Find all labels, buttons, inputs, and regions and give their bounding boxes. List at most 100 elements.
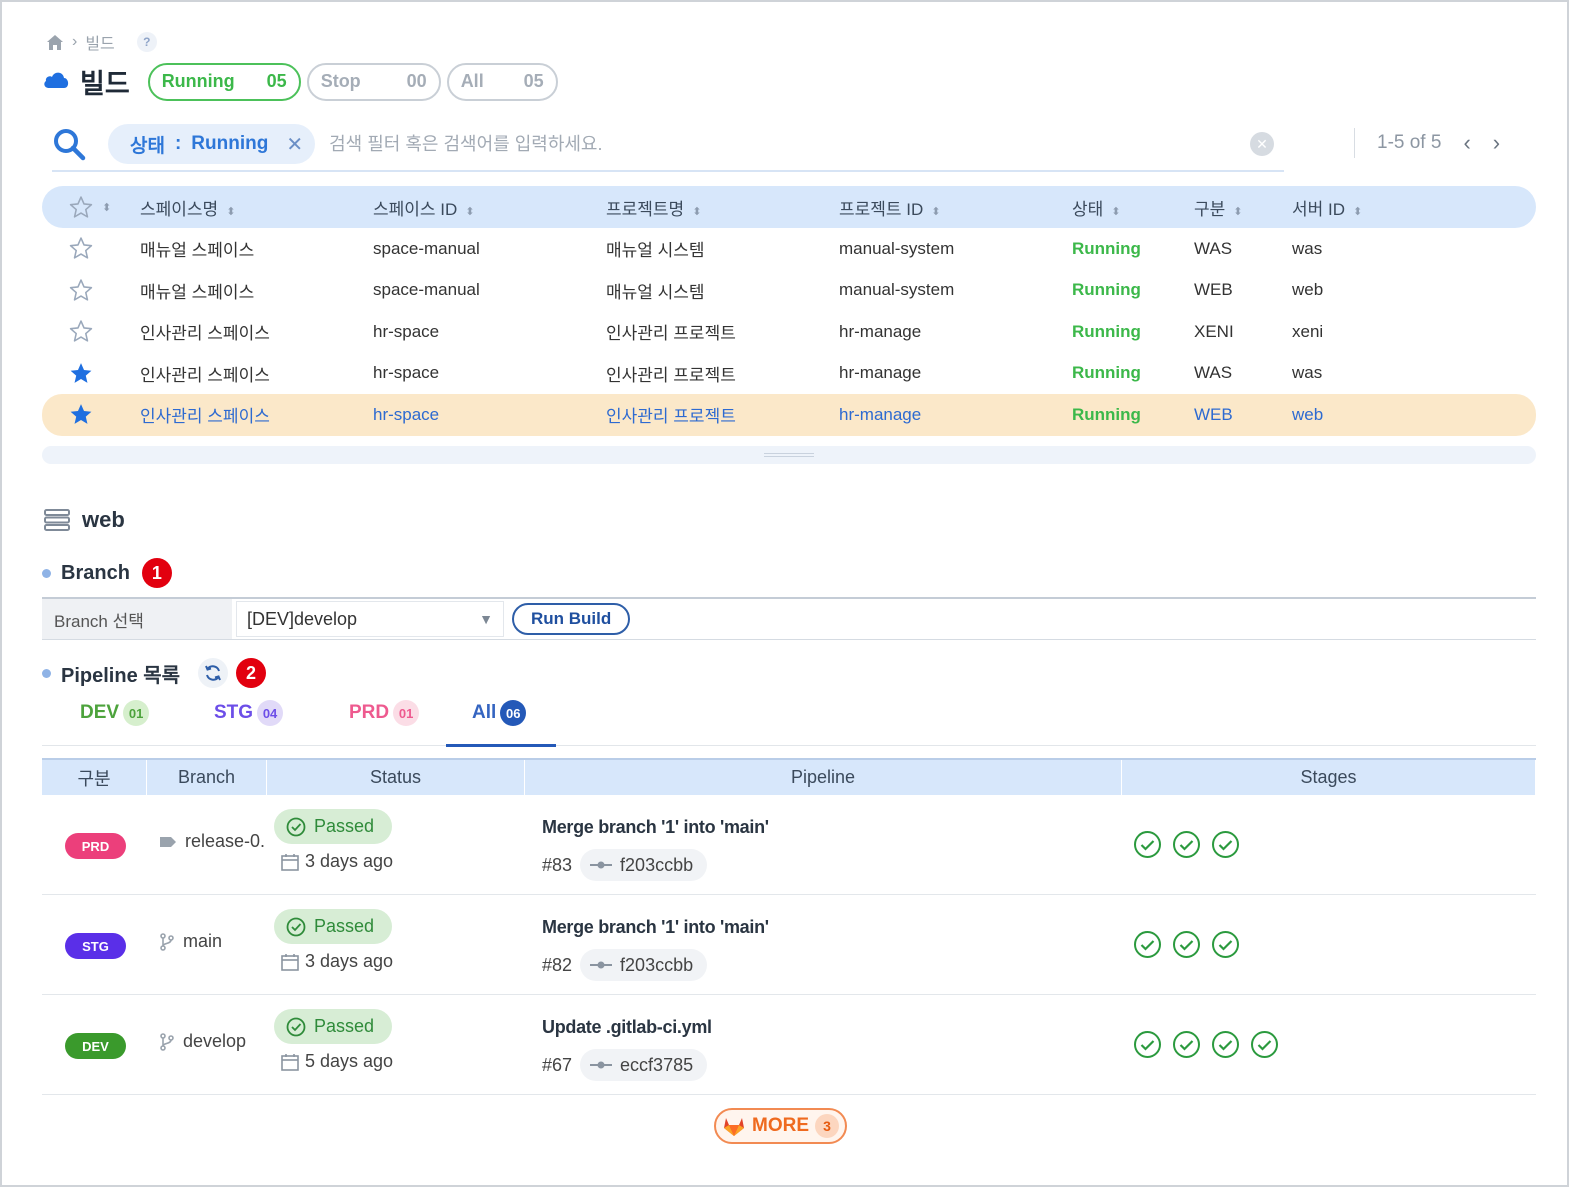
resize-handle[interactable]: [42, 446, 1536, 464]
pipeline-title[interactable]: Update .gitlab-ci.yml: [542, 1017, 712, 1038]
pipeline-number[interactable]: #67: [542, 1055, 572, 1076]
pipeline-meta: #67 eccf3785: [542, 1049, 708, 1081]
table-row[interactable]: 매뉴얼 스페이스 space-manual 매뉴얼 시스템 manual-system…: [42, 270, 1536, 312]
sort-icon[interactable]: ⬍: [226, 206, 235, 218]
filter-count: 05: [266, 71, 287, 91]
cell-type: WAS: [1194, 363, 1233, 383]
status-badge[interactable]: Passed: [274, 809, 393, 844]
sort-icon[interactable]: ⬍: [692, 206, 701, 218]
chip-separator: :: [174, 133, 182, 154]
stage-passed-icon[interactable]: [1212, 1031, 1239, 1058]
pipeline-table-header: 구분 Branch Status Pipeline Stages: [42, 758, 1536, 795]
stage-passed-icon[interactable]: [1134, 1031, 1161, 1058]
search-icon[interactable]: [52, 127, 86, 161]
filter-stop-pill[interactable]: Stop 00: [306, 62, 441, 101]
table-row[interactable]: 인사관리 스페이스 hr-space 인사관리 프로젝트 hr-manage Runni…: [42, 394, 1536, 436]
sort-icon[interactable]: ⬍: [465, 206, 474, 218]
stage-passed-icon[interactable]: [1212, 931, 1239, 958]
table-row[interactable]: 인사관리 스페이스 hr-space 인사관리 프로젝트 hr-manage Runni…: [42, 311, 1536, 353]
stage-passed-icon[interactable]: [1173, 1031, 1200, 1058]
stage-passed-icon[interactable]: [1134, 931, 1161, 958]
header-col[interactable]: 구분 ⬍: [1194, 195, 1292, 220]
help-icon[interactable]: ?: [136, 32, 157, 52]
env-badge: PRD: [65, 833, 126, 859]
more-count: 3: [815, 1114, 839, 1138]
gitlab-icon: [722, 1115, 746, 1137]
table-row[interactable]: 인사관리 스페이스 hr-space 인사관리 프로젝트 hr-manage Runni…: [42, 353, 1536, 395]
home-icon[interactable]: [46, 34, 64, 51]
cell-project-name: 인사관리 프로젝트: [606, 407, 736, 427]
stage-passed-icon[interactable]: [1134, 831, 1161, 858]
branch-select[interactable]: [DEV]develop ▼: [236, 601, 504, 637]
check-circle-icon: [286, 1017, 306, 1037]
more-button[interactable]: MORE 3: [714, 1108, 847, 1144]
tab-all[interactable]: All 06: [472, 700, 527, 726]
status-badge[interactable]: Passed: [274, 909, 393, 944]
header-favorite[interactable]: ⬍: [42, 195, 140, 220]
cell-status: Running: [1072, 280, 1141, 300]
header-col[interactable]: 스페이스명 ⬍: [140, 195, 373, 220]
header-label: 스페이스명: [140, 199, 219, 219]
header-label: 스페이스 ID: [373, 199, 458, 219]
stage-passed-icon[interactable]: [1173, 831, 1200, 858]
tab-count: 04: [257, 700, 284, 726]
table-row[interactable]: 매뉴얼 스페이스 space-manual 매뉴얼 시스템 manual-system…: [42, 228, 1536, 270]
chip-remove-icon[interactable]: ✕: [286, 132, 303, 157]
star-filled-icon[interactable]: [42, 402, 140, 427]
tab-prd[interactable]: PRD 01: [349, 700, 420, 726]
header-col[interactable]: 서버 ID ⬍: [1292, 195, 1492, 220]
pagination-text: 1-5 of 5: [1377, 132, 1442, 153]
commit-chip[interactable]: eccf3785: [580, 1049, 708, 1081]
star-outline-icon[interactable]: [42, 319, 140, 344]
cell-project-name: 인사관리 프로젝트: [606, 365, 736, 385]
sort-icon[interactable]: ⬍: [931, 206, 940, 218]
prev-page-icon[interactable]: ‹: [1463, 130, 1470, 156]
sort-icon[interactable]: ⬍: [1111, 206, 1120, 218]
header-col[interactable]: 프로젝트 ID ⬍: [839, 195, 1072, 220]
stage-passed-icon[interactable]: [1251, 1031, 1278, 1058]
next-page-icon[interactable]: ›: [1493, 130, 1500, 156]
commit-chip[interactable]: f203ccbb: [580, 949, 708, 981]
tab-label: All: [472, 702, 497, 723]
table-body: 매뉴얼 스페이스 space-manual 매뉴얼 시스템 manual-system…: [42, 228, 1536, 436]
grip-icon[interactable]: [764, 453, 814, 457]
time-ago: 3 days ago: [280, 851, 393, 872]
header-col: 구분: [42, 760, 147, 795]
cell-space-id: hr-space: [373, 321, 440, 341]
clear-search-icon[interactable]: ✕: [1250, 132, 1274, 156]
time-ago: 5 days ago: [280, 1051, 393, 1072]
star-filled-icon[interactable]: [42, 361, 140, 386]
pipeline-meta: #83 f203ccbb: [542, 849, 708, 881]
pipeline-title[interactable]: Merge branch '1' into 'main': [542, 917, 769, 938]
stage-passed-icon[interactable]: [1173, 931, 1200, 958]
header-col[interactable]: 상태 ⬍: [1072, 195, 1194, 220]
cell-status: Running: [1072, 238, 1141, 258]
stage-passed-icon[interactable]: [1212, 831, 1239, 858]
star-outline-icon[interactable]: [42, 236, 140, 261]
tab-stg[interactable]: STG 04: [214, 700, 284, 726]
tab-dev[interactable]: DEV 01: [80, 700, 150, 726]
search-input[interactable]: [329, 133, 1250, 155]
pipeline-number[interactable]: #83: [542, 855, 572, 876]
tab-label: PRD: [349, 702, 390, 723]
branch-cell: main: [159, 931, 222, 952]
sort-icon[interactable]: ⬍: [102, 201, 111, 214]
run-build-button[interactable]: Run Build: [512, 603, 631, 635]
tab-label: DEV: [80, 702, 120, 723]
sort-icon[interactable]: ⬍: [1233, 206, 1242, 218]
commit-icon: [590, 1060, 613, 1070]
commit-chip[interactable]: f203ccbb: [580, 849, 708, 881]
sort-icon[interactable]: ⬍: [1353, 206, 1362, 218]
header-label: 구분: [1194, 199, 1226, 219]
branch-section-label: Branch 1: [42, 558, 172, 588]
filter-running-pill[interactable]: Running 05: [147, 62, 301, 101]
header-col[interactable]: 스페이스 ID ⬍: [373, 195, 606, 220]
pipeline-number[interactable]: #82: [542, 955, 572, 976]
status-badge[interactable]: Passed: [274, 1009, 393, 1044]
header-col[interactable]: 프로젝트명 ⬍: [606, 195, 839, 220]
star-outline-icon[interactable]: [42, 278, 140, 303]
filter-all-pill[interactable]: All 05: [446, 62, 558, 101]
refresh-icon[interactable]: [198, 658, 229, 688]
pipeline-title[interactable]: Merge branch '1' into 'main': [542, 817, 769, 838]
build-table: ⬍ 스페이스명 ⬍ 스페이스 ID ⬍ 프로젝트명 ⬍ 프로젝트 ID ⬍ 상태 ⬍ 구분…: [42, 186, 1536, 436]
